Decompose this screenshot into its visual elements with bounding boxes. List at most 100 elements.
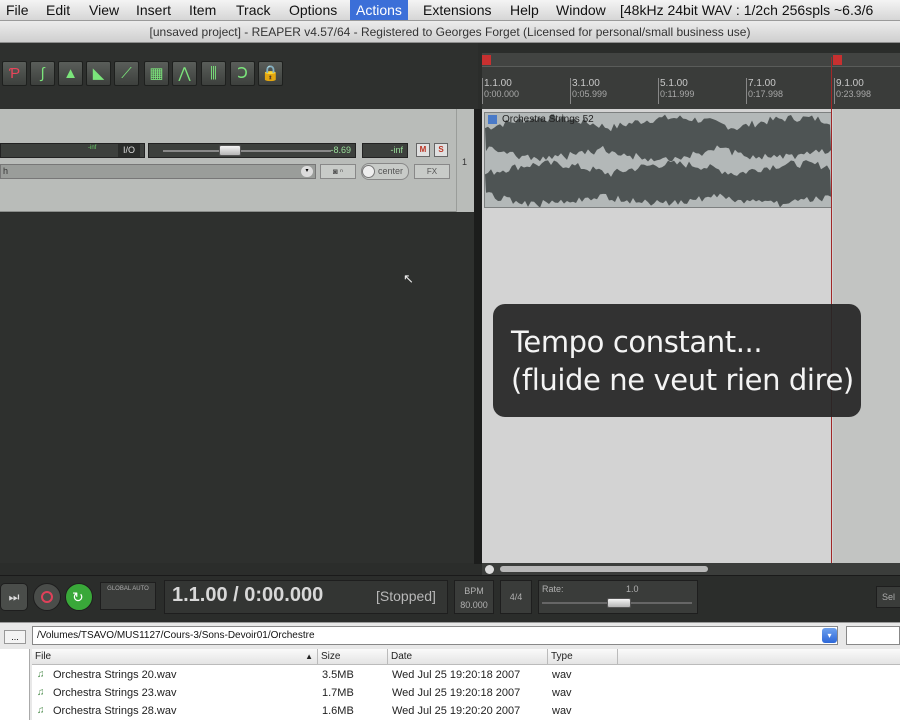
column-date[interactable]: Date xyxy=(388,649,548,665)
horizontal-scrollbar[interactable] xyxy=(482,563,900,575)
audio-file-icon: ♫ xyxy=(37,669,45,680)
menu-edit[interactable]: Edit xyxy=(40,0,76,20)
cell-size: 3.5MB xyxy=(322,669,354,681)
chevron-down-icon[interactable]: ▾ xyxy=(301,166,313,177)
cell-type: wav xyxy=(552,669,572,681)
ruler-time-label: 0:11.999 xyxy=(660,89,695,99)
cell-size: 1.6MB xyxy=(322,705,354,717)
fx-button[interactable]: FX xyxy=(414,164,450,179)
ruler-tick xyxy=(834,78,835,104)
menu-extensions[interactable]: Extensions xyxy=(417,0,497,20)
ruler-bar-label: 9.1.00 xyxy=(836,78,864,89)
bpm-value: 80.000 xyxy=(460,600,488,610)
menu-track[interactable]: Track xyxy=(230,0,276,20)
knob-icon xyxy=(362,165,375,178)
pane-divider[interactable] xyxy=(474,109,482,564)
main-toolbar: Ƥ ∫ ▲ ◣ ⟋ ▦ ⋀ ⫼ Ↄ 🔒 xyxy=(0,43,478,109)
selection-label[interactable]: Sel xyxy=(876,586,900,608)
audio-file-icon: ♫ xyxy=(37,705,45,716)
ruler-bar-label: 5.1.00 xyxy=(660,78,688,89)
chevron-down-icon[interactable]: ▾ xyxy=(822,628,837,643)
peak-meter: -inf xyxy=(362,143,408,158)
explorer-side-pane[interactable] xyxy=(0,649,30,720)
column-type[interactable]: Type xyxy=(548,649,618,665)
solo-button[interactable]: S xyxy=(434,143,448,157)
ruler-time-label: 0:23.998 xyxy=(836,89,872,99)
menu-actions[interactable]: Actions xyxy=(350,0,408,20)
mixer-icon[interactable]: ⫼ xyxy=(201,61,226,86)
menu-insert[interactable]: Insert xyxy=(130,0,177,20)
cell-file: Orchestra Strings 20.wav xyxy=(53,669,177,681)
record-button[interactable] xyxy=(33,583,61,611)
transport-state: [Stopped] xyxy=(376,588,436,604)
bpm-label: BPM xyxy=(464,586,484,596)
item-icon xyxy=(488,115,497,124)
cell-file: Orchestra Strings 23.wav xyxy=(53,687,177,699)
ripple-icon[interactable]: Ƥ xyxy=(2,61,27,86)
metronome-icon[interactable]: ▲ xyxy=(58,61,83,86)
track-control-panel[interactable]: -inf I/O -inf M S h ▾ ◙ ⁿ center FX xyxy=(0,109,474,212)
caption-line-1: Tempo constant... xyxy=(511,325,763,359)
cell-type: wav xyxy=(552,705,572,717)
ruler-mark: 3.1.00 0:05.999 xyxy=(572,78,607,100)
goto-end-icon[interactable]: ⏭ xyxy=(0,583,28,611)
waveform-channel xyxy=(485,160,831,207)
lock-icon[interactable]: 🔒 xyxy=(258,61,283,86)
column-file[interactable]: File ▲ xyxy=(32,649,318,665)
scroll-thumb[interactable] xyxy=(500,566,708,572)
bpm-box[interactable]: BPM 80.000 xyxy=(454,580,494,614)
scroll-button[interactable] xyxy=(485,565,494,574)
table-row[interactable]: ♫ Orchestra Strings 23.wav 1.7MB Wed Jul 25… xyxy=(32,684,900,702)
menu-window[interactable]: Window xyxy=(550,0,612,20)
media-item[interactable] xyxy=(484,112,832,208)
menu-help[interactable]: Help xyxy=(504,0,545,20)
search-input[interactable] xyxy=(846,626,900,645)
file-table[interactable]: File ▲ Size Date Type ♫ Orchestra Strings … xyxy=(32,649,900,720)
menu-options[interactable]: Options xyxy=(283,0,343,20)
browse-button[interactable]: ... xyxy=(4,630,26,644)
track-input-select[interactable]: h xyxy=(0,164,316,179)
ruler-bar-label: 3.1.00 xyxy=(572,78,600,89)
ruler-time-label: 0:17.998 xyxy=(748,89,784,99)
rate-slider-knob[interactable] xyxy=(607,598,631,608)
ruler-mark: 1.1.00 0:00.000 xyxy=(484,78,519,100)
global-auto-button[interactable]: GLOBAL AUTO xyxy=(100,582,156,610)
column-file-label: File xyxy=(35,651,52,662)
loop-toggle-button[interactable]: ↻ xyxy=(65,583,93,611)
global-auto-label: GLOBAL AUTO xyxy=(107,586,149,592)
crossfade-icon[interactable]: ⋀ xyxy=(172,61,197,86)
waveform xyxy=(485,114,831,207)
time-signature[interactable]: 4/4 xyxy=(500,580,532,614)
ruler-bar-label: 7.1.00 xyxy=(748,78,776,89)
loop-end-marker[interactable] xyxy=(833,55,842,65)
column-size[interactable]: Size xyxy=(318,649,388,665)
loop-icon[interactable]: Ↄ xyxy=(230,61,255,86)
table-row[interactable]: ♫ Orchestra Strings 28.wav 1.6MB Wed Jul 25… xyxy=(32,702,900,720)
record-monitor-button[interactable]: ◙ ⁿ xyxy=(320,164,356,179)
media-item-label: Orchestra Strings 52 xyxy=(502,114,594,125)
position-readout: 1.1.00 / 0:00.000 xyxy=(172,584,324,606)
snap-icon[interactable]: ∫ xyxy=(30,61,55,86)
fader-knob[interactable] xyxy=(219,145,241,156)
mouse-cursor-icon: ↖ xyxy=(403,271,414,286)
meter-label: -inf xyxy=(88,145,97,151)
ruler-tick xyxy=(658,78,659,104)
menu-file[interactable]: File xyxy=(0,0,35,20)
grid-icon[interactable]: ▦ xyxy=(144,61,169,86)
table-row[interactable]: ♫ Orchestra Strings 20.wav 3.5MB Wed Jul 25… xyxy=(32,666,900,684)
envelope-icon[interactable]: ⟋ xyxy=(114,61,139,86)
mute-button[interactable]: M xyxy=(416,143,430,157)
audio-status: [48kHz 24bit WAV : 1/2ch 256spls ~6.3/6 xyxy=(620,2,874,18)
ruler-mark: 5.1.00 0:11.999 xyxy=(660,78,694,100)
loop-start-marker[interactable] xyxy=(482,55,491,65)
volume-value: -8.69 xyxy=(330,145,351,155)
cell-date: Wed Jul 25 19:20:20 2007 xyxy=(392,705,521,717)
cell-file: Orchestra Strings 28.wav xyxy=(53,705,177,717)
menu-item[interactable]: Item xyxy=(183,0,222,20)
menu-view[interactable]: View xyxy=(83,0,125,20)
empty-track-area[interactable] xyxy=(0,213,474,563)
trim-icon[interactable]: ◣ xyxy=(86,61,111,86)
volume-fader[interactable]: -8.69 xyxy=(148,143,356,158)
io-button[interactable]: I/O xyxy=(118,144,140,157)
path-field[interactable]: /Volumes/TSAVO/MUS1127/Cours-3/Sons-Devo… xyxy=(32,626,838,645)
